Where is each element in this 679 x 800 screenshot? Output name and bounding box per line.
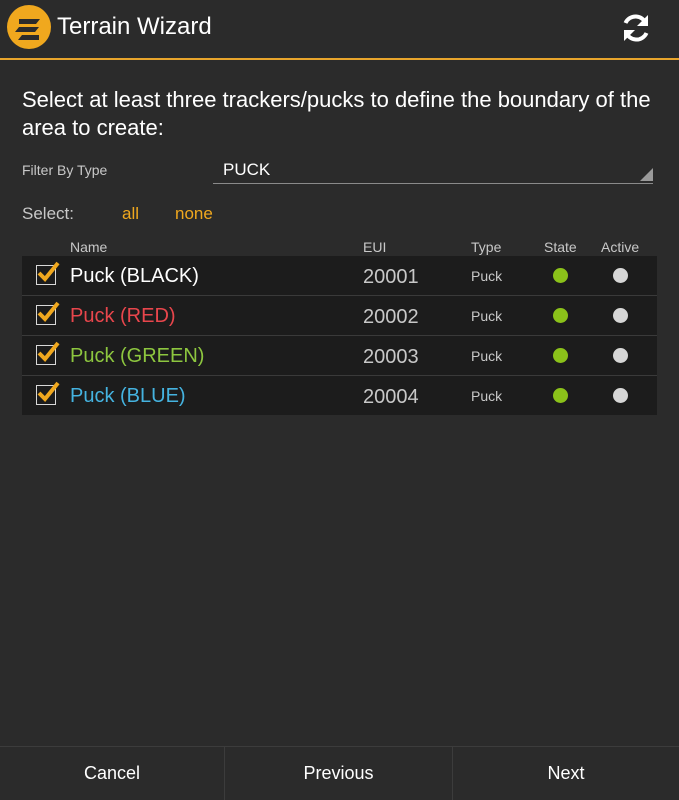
filter-value: PUCK [223,160,271,179]
tracker-type: Puck [471,308,503,324]
table-row[interactable]: Puck (BLUE) 20004 Puck [22,376,657,415]
active-indicator [613,388,628,403]
refresh-icon [623,14,649,42]
column-header-name: Name [70,239,108,255]
checkmark-icon [37,341,60,362]
tracker-type: Puck [471,268,503,284]
row-checkbox[interactable] [36,261,60,285]
tracker-type: Puck [471,388,503,404]
tracker-eui: 20001 [363,266,419,288]
dropdown-arrow-icon [640,168,653,181]
table-row[interactable]: Puck (GREEN) 20003 Puck [22,336,657,376]
checkmark-icon [37,381,60,402]
tracker-name: Puck (BLUE) [70,385,186,407]
filter-type-dropdown[interactable]: PUCK [213,154,653,184]
table-row[interactable]: Puck (BLACK) 20001 Puck [22,256,657,296]
row-checkbox[interactable] [36,301,60,325]
checkmark-icon [37,301,60,322]
active-indicator [613,268,628,283]
previous-button[interactable]: Previous [225,747,453,800]
state-indicator [553,308,568,323]
tracker-name: Puck (BLACK) [70,265,199,287]
state-indicator [553,388,568,403]
next-button[interactable]: Next [453,747,679,800]
refresh-button[interactable] [617,9,655,47]
select-all-link[interactable]: all [122,204,139,224]
tracker-eui: 20002 [363,306,419,328]
column-header-type: Type [471,239,502,255]
app-title: Terrain Wizard [57,13,212,40]
row-checkbox[interactable] [36,381,60,405]
terrain-logo-icon [7,5,51,49]
tracker-type: Puck [471,348,503,364]
column-header-state: State [544,239,577,255]
column-header-active: Active [601,239,640,255]
column-header-eui: EUI [363,239,387,255]
select-none-link[interactable]: none [175,204,213,224]
checkmark-icon [37,261,60,282]
state-indicator [553,348,568,363]
tracker-eui: 20004 [363,386,419,408]
row-checkbox[interactable] [36,341,60,365]
cancel-button[interactable]: Cancel [0,747,225,800]
active-indicator [613,348,628,363]
tracker-eui: 20003 [363,346,419,368]
filter-label: Filter By Type [22,162,108,178]
instruction-text: Select at least three trackers/pucks to … [22,87,651,140]
footer-button-bar: Cancel Previous Next [0,746,679,800]
tracker-name: Puck (RED) [70,305,176,327]
table-row[interactable]: Puck (RED) 20002 Puck [22,296,657,336]
tracker-name: Puck (GREEN) [70,345,205,367]
title-bar: Terrain Wizard [0,0,679,60]
state-indicator [553,268,568,283]
active-indicator [613,308,628,323]
tracker-table: Puck (BLACK) 20001 Puck Puck (RED) 20002… [22,256,657,415]
select-label: Select: [22,204,74,223]
